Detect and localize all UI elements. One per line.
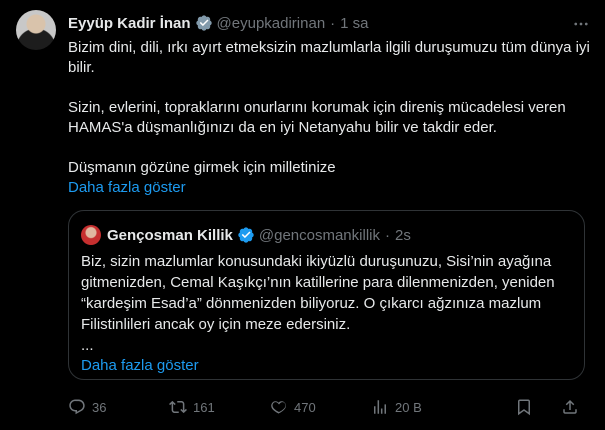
quoted-tweet-header: Gençosman Killik @gencosmankillik · 2s [81, 225, 411, 245]
quoted-tweet-text: Biz, sizin mazlumlar konusundaki ikiyüzl… [81, 251, 576, 376]
retweet-count: 161 [193, 399, 215, 415]
views-icon [374, 400, 386, 414]
like-icon [271, 401, 286, 414]
tweet-paragraph: Bizim dini, dili, ırkı ayırt etmeksizin … [68, 39, 590, 76]
like-count: 470 [294, 399, 316, 415]
tweet-paragraph: Düşmanın gözüne girmek için milletinize [68, 159, 336, 176]
quoted-tweet-time: 2s [394, 226, 411, 244]
quoted-show-more-link[interactable]: Daha fazla göster [81, 356, 576, 376]
tweet[interactable]: Eyyüp Kadir İnan @eyupkadirinan · 1 sa B… [0, 0, 605, 430]
reply-icon [69, 399, 85, 415]
reply-button[interactable]: 36 [68, 398, 169, 416]
views-button[interactable]: 20 B [371, 398, 471, 416]
show-more-link[interactable]: Daha fazla göster [68, 178, 593, 198]
bookmark-button[interactable] [471, 398, 533, 416]
verified-badge-icon [195, 15, 212, 31]
quoted-author-name: Gençosman Killik [107, 226, 233, 244]
share-icon [563, 399, 577, 414]
share-button[interactable] [533, 398, 579, 416]
more-button[interactable] [571, 14, 591, 34]
separator-dot: · [330, 14, 336, 32]
more-icon [574, 22, 588, 26]
quoted-author-handle: @gencosmankillik [258, 226, 380, 244]
bookmark-icon [518, 399, 530, 416]
quoted-tweet-paragraph: Biz, sizin mazlumlar konusundaki ikiyüzl… [81, 253, 555, 333]
tweet-header: Eyyüp Kadir İnan @eyupkadirinan · 1 sa [68, 12, 369, 34]
author-avatar[interactable] [16, 10, 56, 50]
retweet-button[interactable]: 161 [169, 398, 270, 416]
verified-badge-icon [238, 227, 254, 243]
separator-dot: · [384, 226, 390, 244]
author-name[interactable]: Eyyüp Kadir İnan [68, 15, 191, 32]
tweet-time[interactable]: 1 sa [340, 15, 368, 32]
action-bar: 36 161 470 20 B [68, 396, 593, 418]
like-button[interactable]: 470 [270, 398, 371, 416]
author-handle[interactable]: @eyupkadirinan [217, 15, 326, 32]
tweet-text: Bizim dini, dili, ırkı ayırt etmeksizin … [68, 38, 593, 198]
retweet-icon [169, 400, 187, 414]
reply-count: 36 [92, 399, 107, 415]
quoted-tweet[interactable]: Gençosman Killik @gencosmankillik · 2s B… [68, 210, 585, 380]
quoted-ellipsis: ... [81, 337, 94, 354]
quoted-author-avatar [81, 225, 101, 245]
tweet-paragraph: Sizin, evlerini, topraklarını onurlarını… [68, 99, 566, 136]
views-count: 20 B [395, 399, 422, 415]
